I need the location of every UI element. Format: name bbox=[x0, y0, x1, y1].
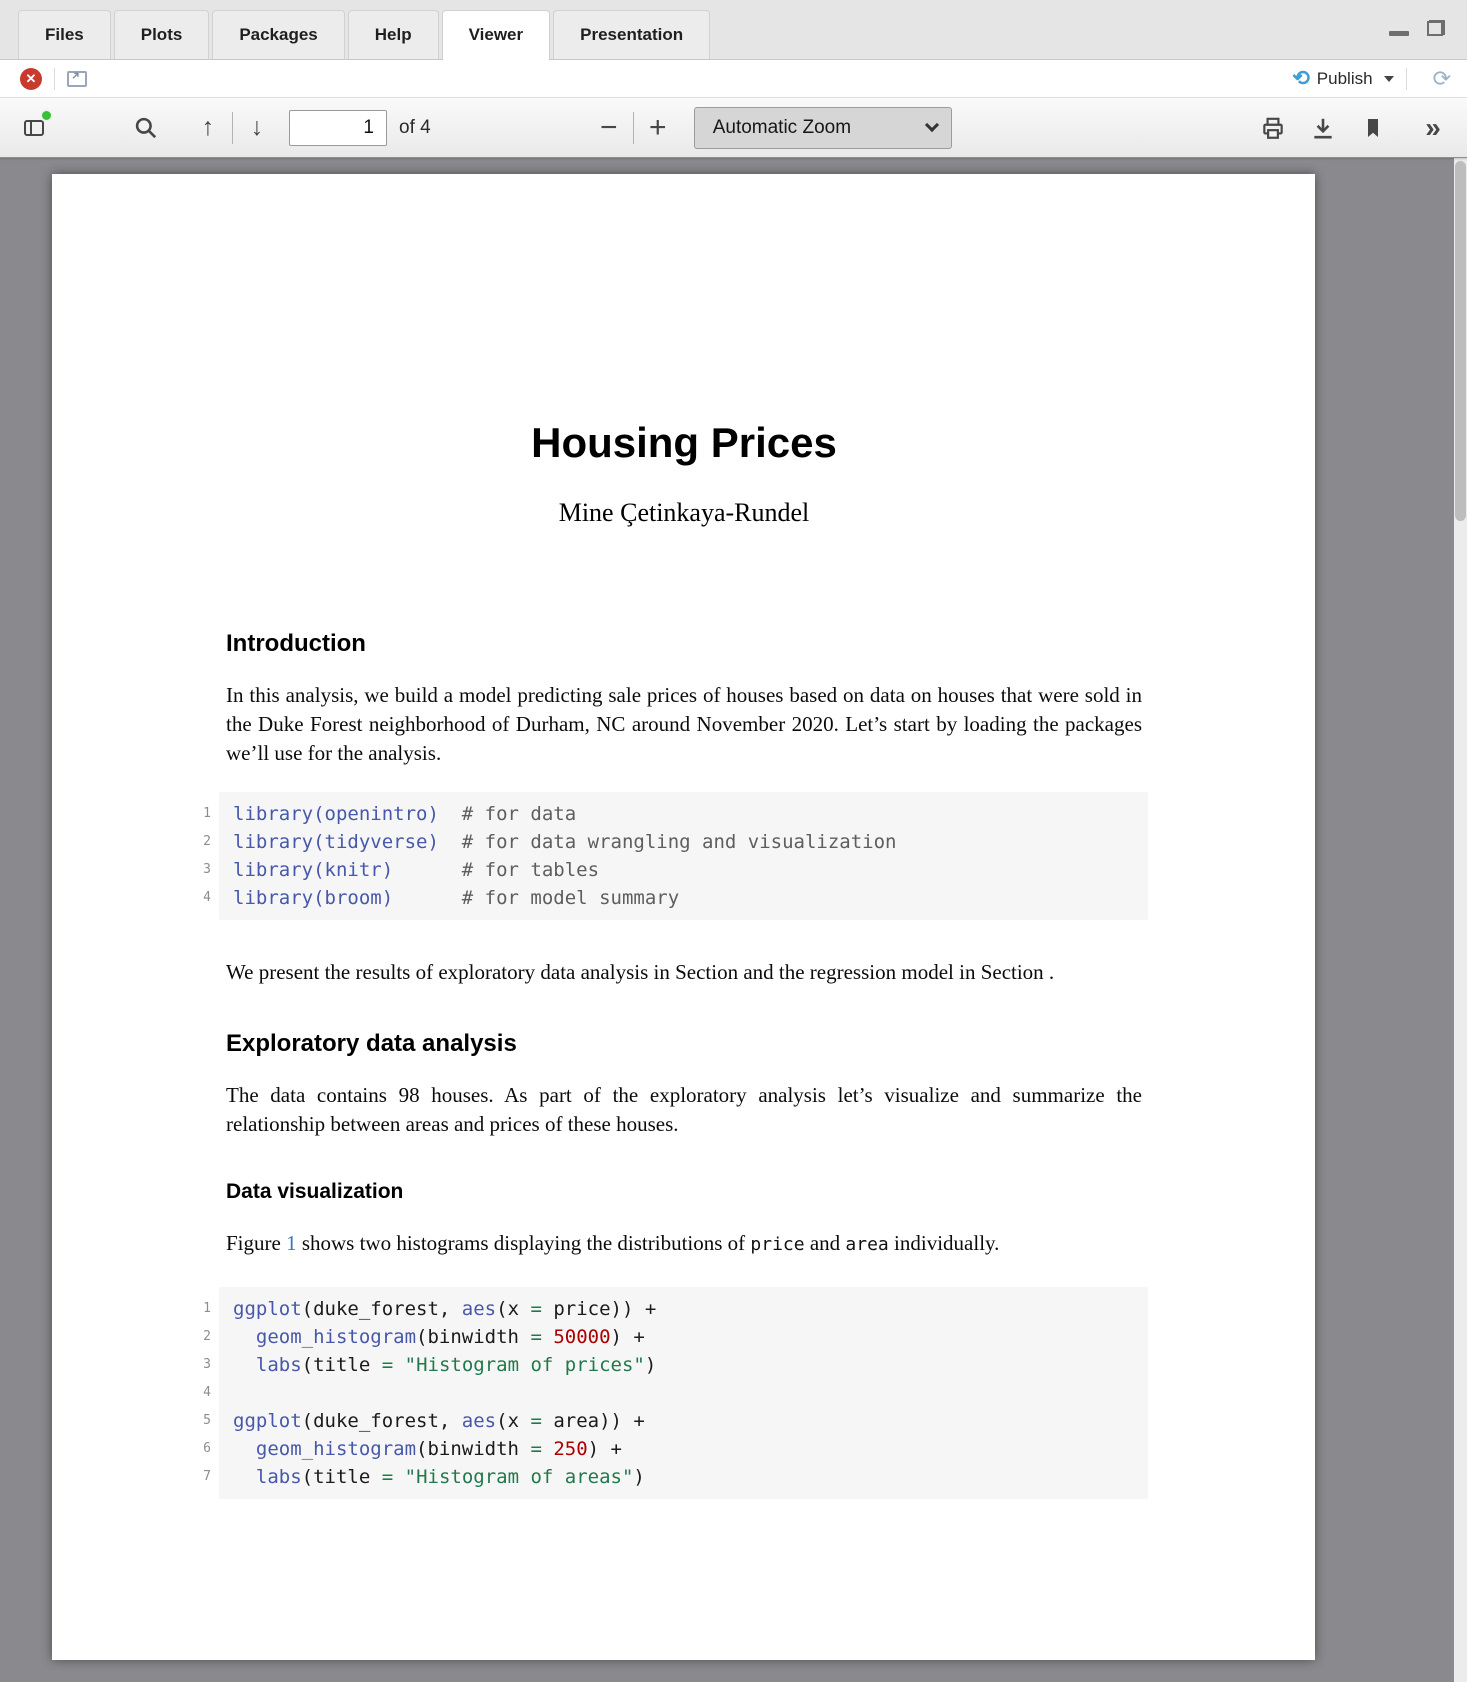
pdf-page-1: Housing Prices Mine Çetinkaya-Rundel Int… bbox=[52, 174, 1315, 1660]
figure-paragraph: Figure 1 shows two histograms displaying… bbox=[226, 1229, 1142, 1259]
code-line: 5ggplot(duke_forest, aes(x = area)) + bbox=[233, 1407, 1134, 1435]
code-line: 1library(openintro) # for data bbox=[233, 800, 1134, 828]
code-line: 7 labs(title = "Histogram of areas") bbox=[233, 1463, 1134, 1491]
tab-presentation-label: Presentation bbox=[580, 25, 683, 45]
line-number: 7 bbox=[187, 1465, 211, 1489]
code-line: 4 bbox=[233, 1379, 1134, 1407]
code-line: 3 labs(title = "Histogram of prices") bbox=[233, 1351, 1134, 1379]
document-content: Housing Prices Mine Çetinkaya-Rundel Int… bbox=[52, 174, 1315, 1499]
pdf-viewer-area: Housing Prices Mine Çetinkaya-Rundel Int… bbox=[0, 158, 1467, 1682]
toggle-sidebar-icon[interactable] bbox=[16, 110, 52, 146]
eda-paragraph: The data contains 98 houses. As part of … bbox=[226, 1081, 1142, 1139]
previous-page-icon[interactable]: ↑ bbox=[190, 110, 226, 146]
zoom-out-icon[interactable]: − bbox=[591, 110, 627, 146]
pdf-toolbar: ↑ ↓ of 4 − + Automatic Zoom » bbox=[0, 98, 1467, 158]
code-line: 2library(tidyverse) # for data wrangling… bbox=[233, 828, 1134, 856]
inline-code-area: area bbox=[845, 1234, 888, 1255]
tab-files[interactable]: Files bbox=[18, 10, 111, 59]
publish-icon: ⟲ bbox=[1292, 68, 1310, 89]
bookmark-current-view-icon[interactable] bbox=[1355, 110, 1391, 146]
tab-plots[interactable]: Plots bbox=[114, 10, 210, 59]
tab-packages[interactable]: Packages bbox=[212, 10, 344, 59]
inline-code-price: price bbox=[750, 1234, 804, 1255]
page-count-label: of 4 bbox=[399, 117, 431, 139]
line-number: 1 bbox=[187, 802, 211, 826]
document-author: Mine Çetinkaya-Rundel bbox=[226, 497, 1142, 529]
page-number-input[interactable] bbox=[289, 110, 387, 146]
open-in-new-window-icon[interactable] bbox=[67, 71, 87, 87]
line-number: 4 bbox=[187, 886, 211, 910]
code-line: 1ggplot(duke_forest, aes(x = price)) + bbox=[233, 1295, 1134, 1323]
line-number: 2 bbox=[187, 830, 211, 854]
publish-label: Publish bbox=[1317, 69, 1373, 89]
document-title: Housing Prices bbox=[226, 419, 1142, 467]
publish-button[interactable]: ⟲ Publish bbox=[1292, 68, 1393, 89]
tab-files-label: Files bbox=[45, 25, 84, 45]
vertical-scrollbar-track[interactable] bbox=[1454, 158, 1467, 1682]
intro-paragraph: In this analysis, we build a model predi… bbox=[226, 681, 1142, 768]
chevron-down-icon bbox=[925, 118, 939, 132]
toolbar-separator bbox=[1406, 68, 1407, 90]
sections-paragraph: We present the results of exploratory da… bbox=[226, 958, 1142, 987]
code-line: 6 geom_histogram(binwidth = 250) + bbox=[233, 1435, 1134, 1463]
code-line: 2 geom_histogram(binwidth = 50000) + bbox=[233, 1323, 1134, 1351]
line-number: 6 bbox=[187, 1437, 211, 1461]
tab-viewer[interactable]: Viewer bbox=[442, 10, 551, 59]
code-line: 3library(knitr) # for tables bbox=[233, 856, 1134, 884]
toolbar-separator bbox=[232, 112, 233, 144]
clear-viewer-icon[interactable]: ✕ bbox=[20, 68, 42, 90]
download-icon[interactable] bbox=[1305, 110, 1341, 146]
line-number: 1 bbox=[187, 1297, 211, 1321]
maximize-pane-icon[interactable] bbox=[1427, 20, 1445, 36]
sidebar-notification-dot bbox=[40, 109, 53, 122]
heading-data-visualization: Data visualization bbox=[226, 1179, 1142, 1205]
vertical-scrollbar-thumb[interactable] bbox=[1455, 161, 1466, 521]
viewer-toolbar: ✕ ⟲ Publish ⟳ bbox=[0, 60, 1467, 98]
minimize-pane-icon[interactable] bbox=[1389, 31, 1409, 36]
zoom-level-value: Automatic Zoom bbox=[713, 117, 927, 139]
zoom-level-select[interactable]: Automatic Zoom bbox=[694, 107, 952, 149]
pane-tab-bar: Files Plots Packages Help Viewer Present… bbox=[0, 0, 1467, 60]
more-tools-icon[interactable]: » bbox=[1415, 110, 1451, 146]
tab-plots-label: Plots bbox=[141, 25, 183, 45]
publish-dropdown-caret-icon[interactable] bbox=[1384, 76, 1394, 82]
heading-exploratory-data-analysis: Exploratory data analysis bbox=[226, 1029, 1142, 1059]
line-number: 2 bbox=[187, 1325, 211, 1349]
tab-help-label: Help bbox=[375, 25, 412, 45]
next-page-icon[interactable]: ↓ bbox=[239, 110, 275, 146]
pane-window-controls bbox=[1389, 20, 1445, 36]
code-block-libraries: 1library(openintro) # for data2library(t… bbox=[219, 792, 1148, 920]
heading-introduction: Introduction bbox=[226, 629, 1142, 659]
code-line: 4library(broom) # for model summary bbox=[233, 884, 1134, 912]
tab-viewer-label: Viewer bbox=[469, 25, 524, 45]
line-number: 5 bbox=[187, 1409, 211, 1433]
toolbar-separator bbox=[633, 112, 634, 144]
toolbar-separator bbox=[54, 68, 55, 90]
line-number: 4 bbox=[187, 1381, 211, 1405]
line-number: 3 bbox=[187, 1353, 211, 1377]
search-icon[interactable] bbox=[128, 110, 164, 146]
refresh-viewer-icon[interactable]: ⟳ bbox=[1433, 68, 1451, 90]
print-icon[interactable] bbox=[1255, 110, 1291, 146]
figure-1-link[interactable]: 1 bbox=[286, 1231, 297, 1255]
zoom-in-icon[interactable]: + bbox=[640, 110, 676, 146]
code-block-ggplot: 1ggplot(duke_forest, aes(x = price)) +2 … bbox=[219, 1287, 1148, 1499]
tab-presentation[interactable]: Presentation bbox=[553, 10, 710, 59]
line-number: 3 bbox=[187, 858, 211, 882]
tab-packages-label: Packages bbox=[239, 25, 317, 45]
tab-help[interactable]: Help bbox=[348, 10, 439, 59]
